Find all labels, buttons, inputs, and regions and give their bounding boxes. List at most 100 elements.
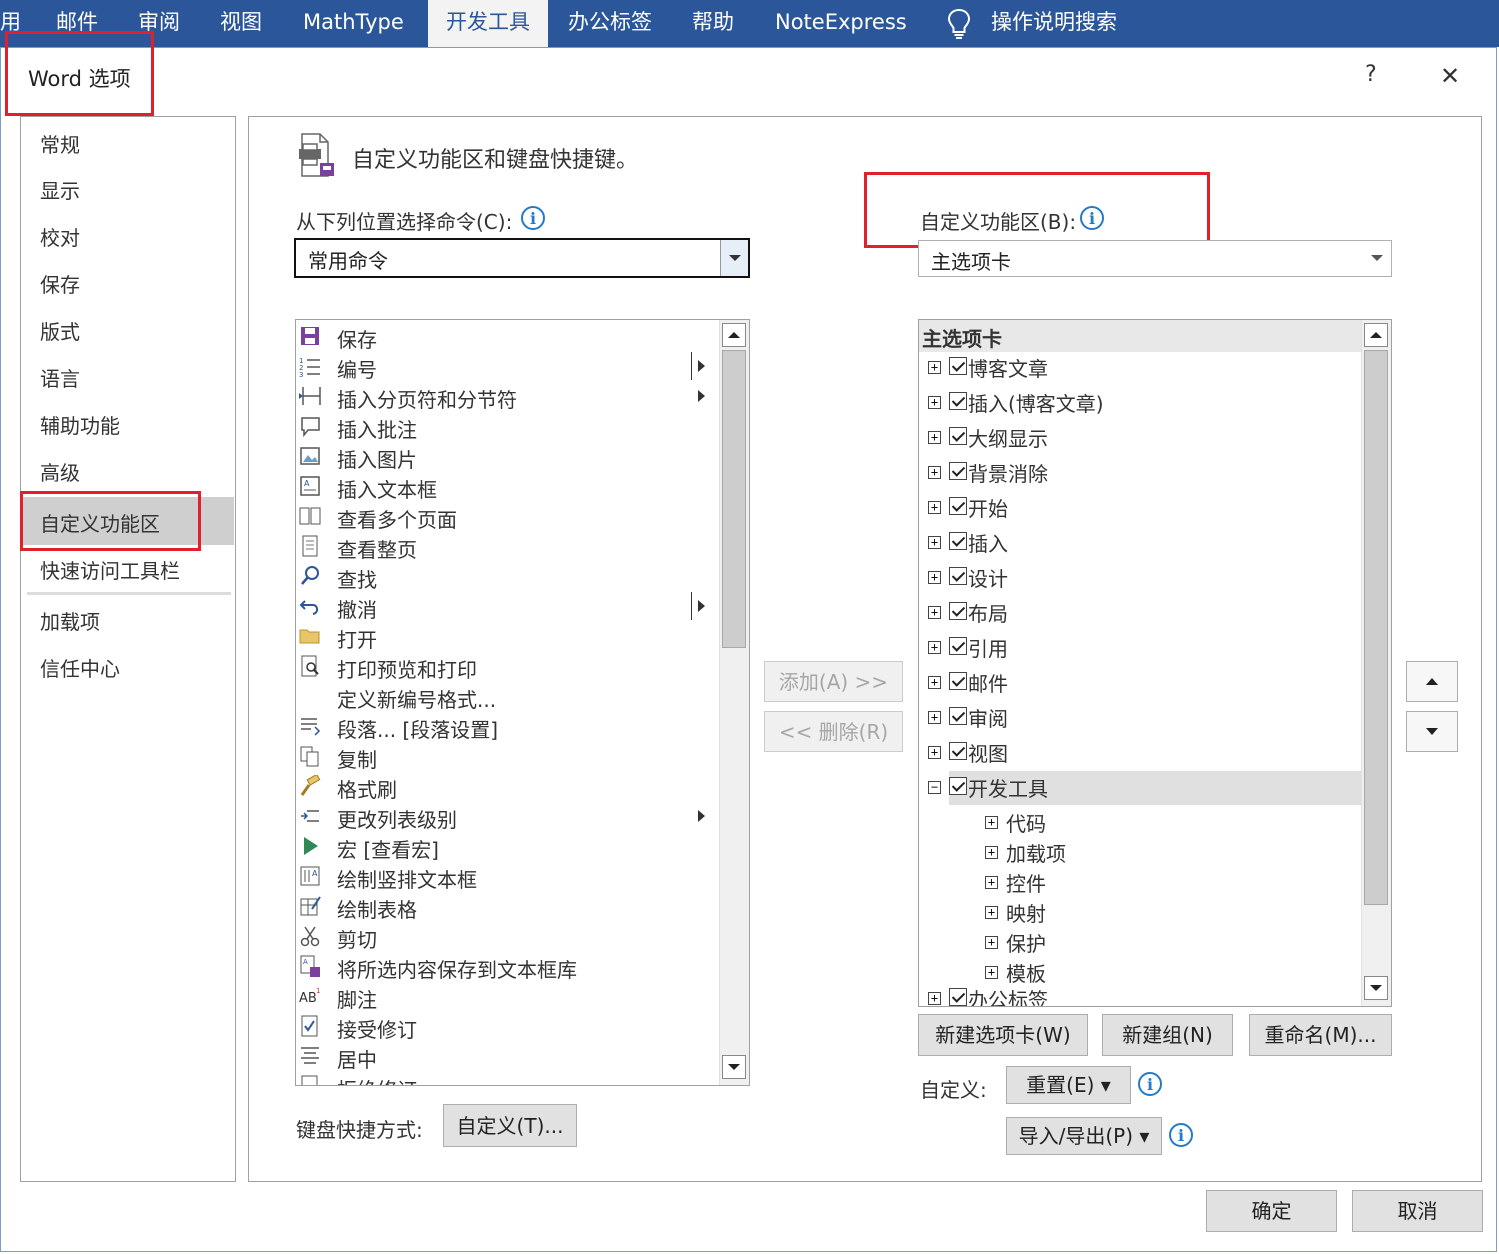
command-item[interactable]: 宏 [查看宏] (296, 832, 711, 862)
command-item[interactable]: 插入批注 (296, 412, 711, 442)
keyboard-customize-button[interactable]: 自定义(T)... (443, 1104, 577, 1147)
ribbon-tab-node[interactable]: + 插入(博客文章) (919, 386, 1361, 418)
expand-icon[interactable]: + (928, 641, 941, 654)
command-item[interactable]: 剪切 (296, 922, 711, 952)
command-item[interactable]: 绘制表格 (296, 892, 711, 922)
add-button[interactable]: 添加(A) >> (764, 661, 903, 702)
command-item[interactable]: 格式刷 (296, 772, 711, 802)
command-item[interactable]: 打印预览和打印 (296, 652, 711, 682)
nav-item-layout[interactable]: 版式 (40, 316, 80, 345)
checkbox-checked[interactable] (949, 357, 967, 375)
expand-icon[interactable]: + (928, 536, 941, 549)
ribbon-group-node[interactable]: + 映射 (919, 896, 1361, 928)
nav-item-add-ins[interactable]: 加载项 (40, 606, 100, 635)
ribbon-tab-mathtype[interactable]: MathType (303, 0, 404, 47)
ribbon-tab-node[interactable]: + 大纲显示 (919, 421, 1361, 453)
tree-scrollbar[interactable] (1361, 320, 1391, 1006)
ribbon-tab-node[interactable]: + 视图 (919, 736, 1361, 768)
nav-item-trust-center[interactable]: 信任中心 (40, 653, 120, 682)
scroll-thumb[interactable] (722, 350, 746, 648)
command-item[interactable]: 拒绝修订 (296, 1072, 711, 1085)
expand-icon[interactable]: + (928, 676, 941, 689)
expand-icon[interactable]: + (928, 711, 941, 724)
collapse-icon[interactable]: − (928, 781, 941, 794)
ribbon-tab-node[interactable]: + 开始 (919, 491, 1361, 523)
command-item[interactable]: 查找 (296, 562, 711, 592)
commands-scrollbar[interactable] (719, 320, 749, 1085)
command-item[interactable]: 居中 (296, 1042, 711, 1072)
command-item[interactable]: 接受修订 (296, 1012, 711, 1042)
ribbon-tab-node[interactable]: + 审阅 (919, 701, 1361, 733)
ribbon-tab-node[interactable]: + 办公标签 (919, 982, 1361, 1006)
ribbon-tab-office-tab[interactable]: 办公标签 (568, 0, 652, 47)
command-item[interactable]: 查看整页 (296, 532, 711, 562)
command-item[interactable]: A 绘制竖排文本框 (296, 862, 711, 892)
ribbon-tab-help[interactable]: 帮助 (692, 0, 734, 47)
ribbon-group-node[interactable]: + 加载项 (919, 836, 1361, 868)
info-icon[interactable]: i (1169, 1123, 1193, 1147)
command-item[interactable]: 复制 (296, 742, 711, 772)
ribbon-group-node[interactable]: + 代码 (919, 806, 1361, 838)
move-up-button[interactable] (1406, 661, 1458, 702)
help-button[interactable]: ? (1365, 62, 1377, 87)
customize-ribbon-dropdown[interactable]: 主选项卡 (918, 240, 1392, 277)
expand-icon[interactable]: + (928, 746, 941, 759)
expand-icon[interactable]: + (985, 906, 998, 919)
command-item[interactable]: 更改列表级别 (296, 802, 711, 832)
expand-icon[interactable]: + (985, 816, 998, 829)
scroll-thumb[interactable] (1364, 350, 1388, 905)
checkbox-checked[interactable] (949, 532, 967, 550)
ribbon-tree[interactable]: 主选项卡 + 博客文章 + 插入(博客文章) + 大纲显示 + 背景消除 + 开始 + 插入 + 设计 + 布… (918, 319, 1392, 1007)
ribbon-tab-noteexpress[interactable]: NoteExpress (775, 0, 907, 47)
checkbox-checked[interactable] (949, 567, 967, 585)
expand-icon[interactable]: + (928, 571, 941, 584)
command-item[interactable]: 保存 (296, 322, 711, 352)
command-item[interactable]: 定义新编号格式... (296, 682, 711, 712)
ribbon-tab-developer[interactable]: 开发工具 (428, 0, 548, 47)
tell-me-search[interactable]: 操作说明搜索 (991, 0, 1117, 47)
scroll-up-button[interactable] (722, 323, 746, 347)
commands-list[interactable]: 保存 1 2 3 编号 插入分页符和分节符 插入批注 插入图片 A 插入文本框 查看多个页面 查看整页… (295, 319, 750, 1086)
ribbon-tab-node[interactable]: + 博客文章 (919, 351, 1361, 383)
ribbon-tab-node[interactable]: + 邮件 (919, 666, 1361, 698)
scroll-down-button[interactable] (1364, 976, 1388, 1000)
info-icon[interactable]: i (1138, 1072, 1162, 1096)
ribbon-group-node[interactable]: + 控件 (919, 866, 1361, 898)
ok-button[interactable]: 确定 (1206, 1190, 1337, 1232)
command-item[interactable]: 打开 (296, 622, 711, 652)
expand-icon[interactable]: + (985, 936, 998, 949)
reset-dropdown-button[interactable]: 重置(E) ▾ (1006, 1066, 1131, 1104)
command-item[interactable]: A 插入文本框 (296, 472, 711, 502)
ribbon-tab-node[interactable]: − 开发工具 (919, 771, 1361, 805)
expand-icon[interactable]: + (928, 361, 941, 374)
command-item[interactable]: 撤消 (296, 592, 711, 622)
ribbon-tab-node[interactable]: + 布局 (919, 596, 1361, 628)
expand-icon[interactable]: + (928, 501, 941, 514)
expand-icon[interactable]: + (928, 466, 941, 479)
checkbox-checked[interactable] (949, 707, 967, 725)
nav-item-advanced[interactable]: 高级 (40, 457, 80, 486)
command-item[interactable]: 插入分页符和分节符 (296, 382, 711, 412)
expand-icon[interactable]: + (985, 846, 998, 859)
checkbox-checked[interactable] (949, 462, 967, 480)
expand-icon[interactable]: + (928, 606, 941, 619)
nav-item-general[interactable]: 常规 (40, 129, 80, 158)
checkbox-checked[interactable] (949, 602, 967, 620)
expand-icon[interactable]: + (928, 396, 941, 409)
checkbox-checked[interactable] (949, 427, 967, 445)
remove-button[interactable]: << 删除(R) (764, 711, 903, 752)
ribbon-tab-node[interactable]: + 插入 (919, 526, 1361, 558)
move-down-button[interactable] (1406, 711, 1458, 752)
checkbox-checked[interactable] (949, 637, 967, 655)
nav-item-save[interactable]: 保存 (40, 269, 80, 298)
scroll-up-button[interactable] (1364, 323, 1388, 347)
command-item[interactable]: A 将所选内容保存到文本框库 (296, 952, 711, 982)
choose-commands-dropdown[interactable]: 常用命令 (294, 238, 750, 278)
expand-icon[interactable]: + (985, 966, 998, 979)
scroll-down-button[interactable] (722, 1055, 746, 1079)
ribbon-group-node[interactable]: + 保护 (919, 926, 1361, 958)
expand-icon[interactable]: + (928, 431, 941, 444)
cancel-button[interactable]: 取消 (1352, 1190, 1483, 1232)
checkbox-checked[interactable] (949, 392, 967, 410)
close-button[interactable]: ✕ (1440, 62, 1460, 90)
